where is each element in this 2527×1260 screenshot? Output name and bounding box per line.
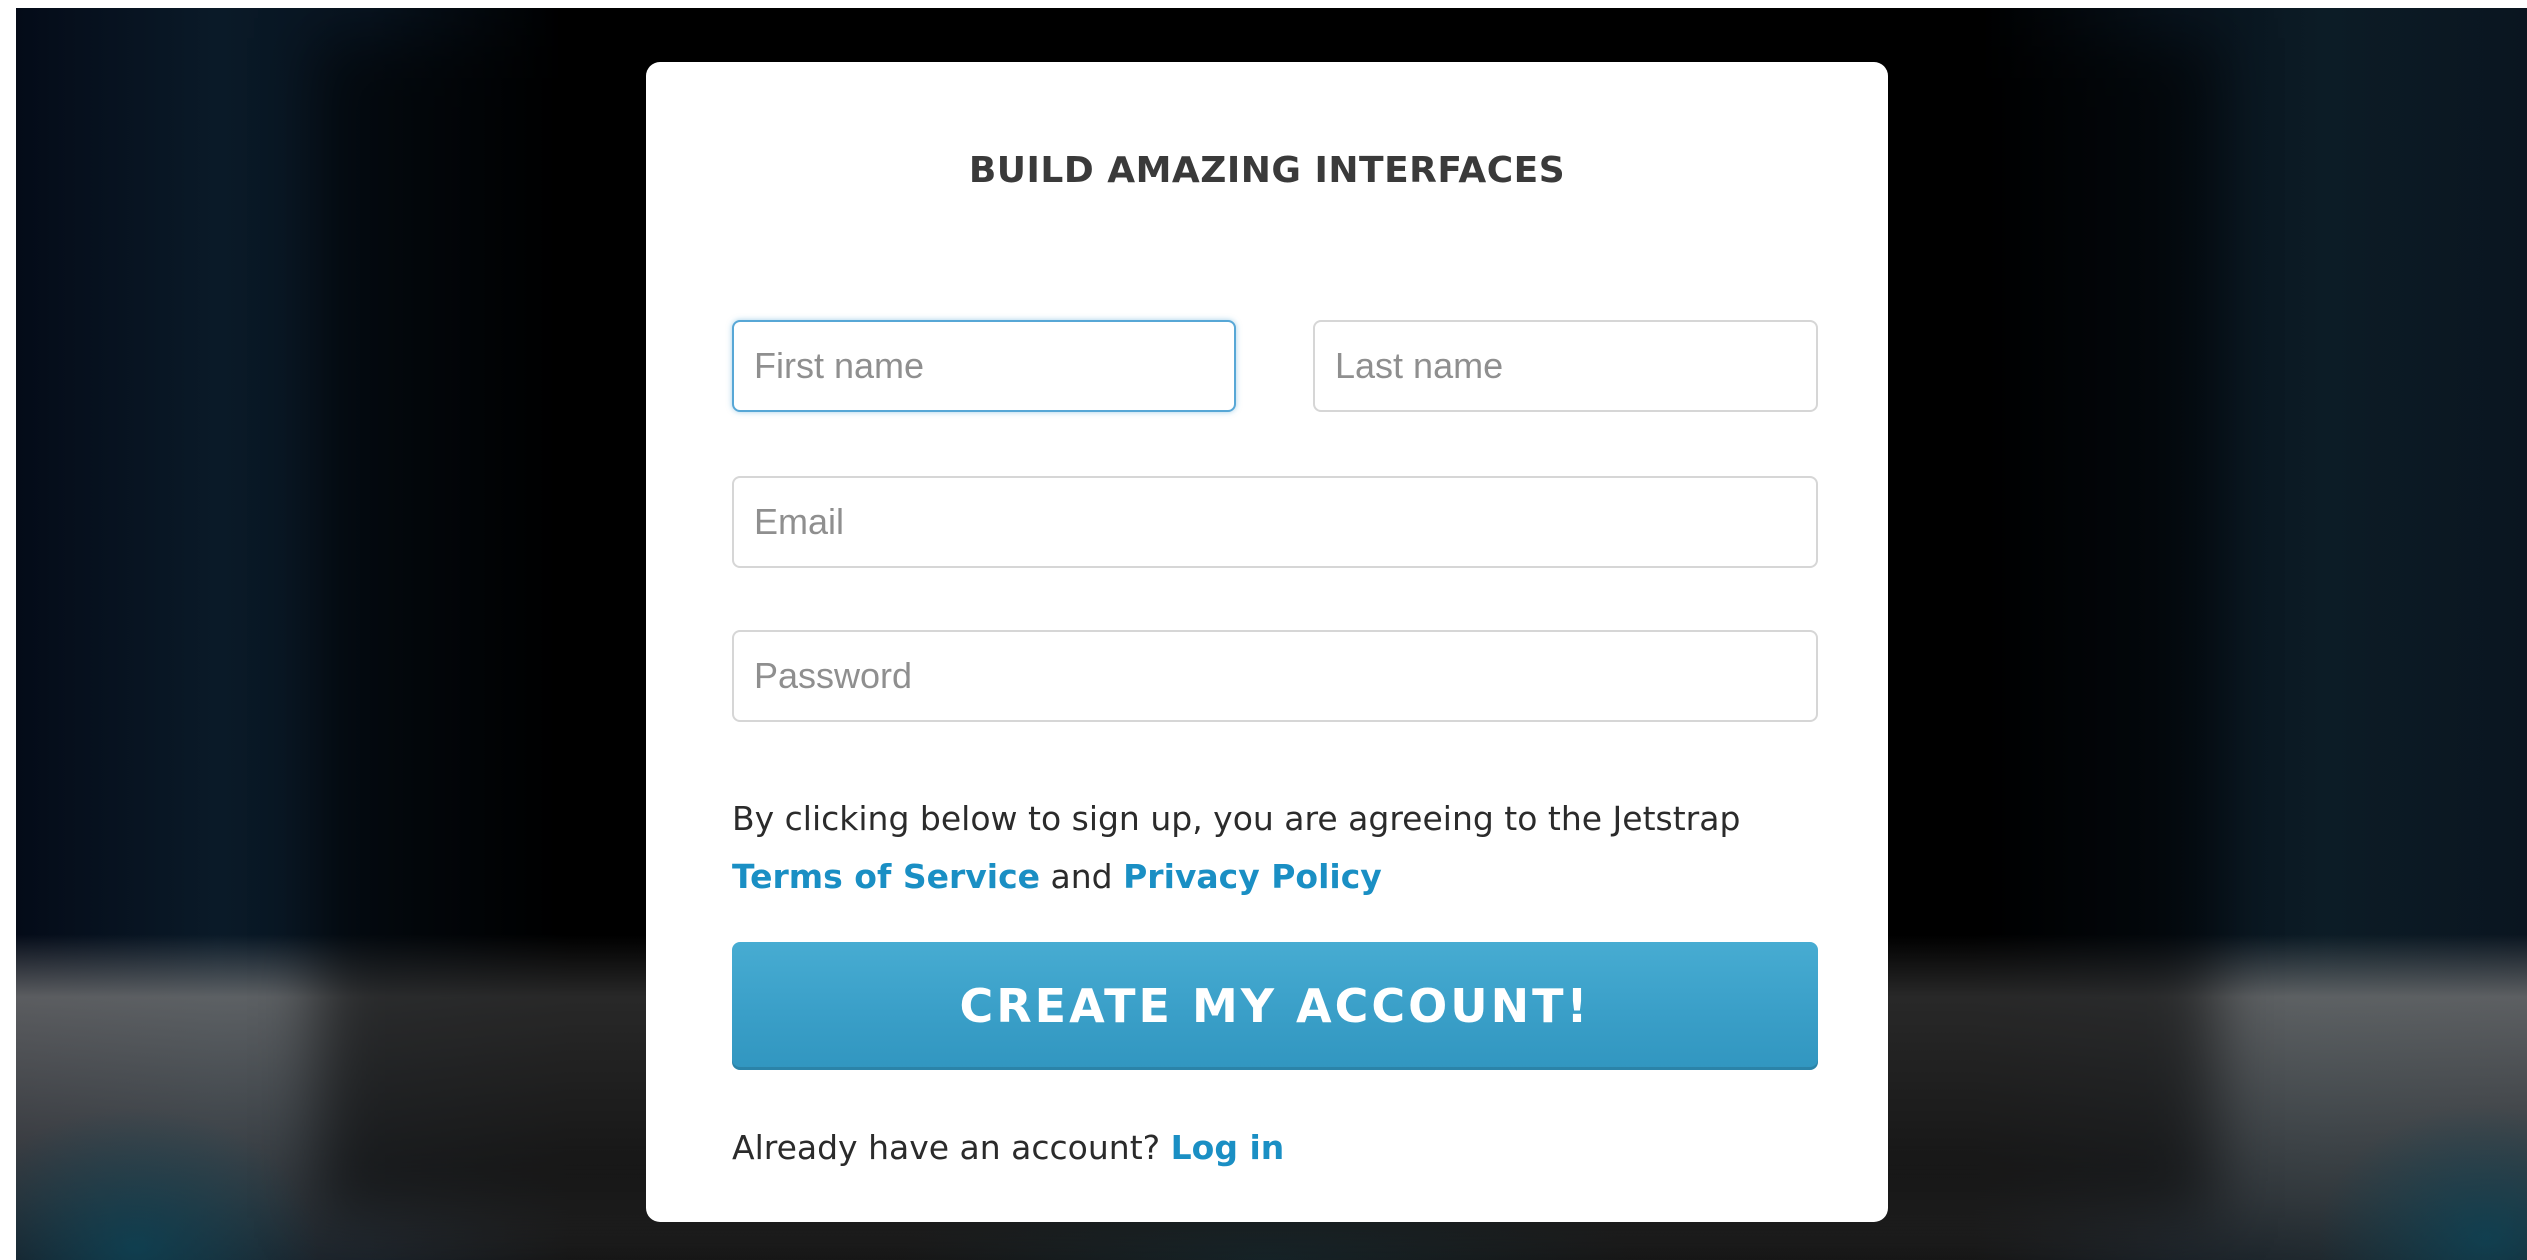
privacy-policy-link[interactable]: Privacy Policy bbox=[1123, 857, 1382, 896]
email-input[interactable] bbox=[732, 476, 1818, 568]
password-input[interactable] bbox=[732, 630, 1818, 722]
login-row: Already have an account? Log in bbox=[732, 1128, 1284, 1167]
last-name-input[interactable] bbox=[1313, 320, 1818, 412]
signup-card: BUILD AMAZING INTERFACES By clicking bel… bbox=[646, 62, 1888, 1222]
login-link[interactable]: Log in bbox=[1171, 1128, 1285, 1167]
terms-notice: By clicking below to sign up, you are ag… bbox=[732, 790, 1832, 906]
first-name-input[interactable] bbox=[732, 320, 1236, 412]
terms-and-text: and bbox=[1050, 857, 1113, 896]
create-account-button[interactable]: CREATE MY ACCOUNT! bbox=[732, 942, 1818, 1070]
blurred-background: BUILD AMAZING INTERFACES By clicking bel… bbox=[16, 8, 2527, 1260]
terms-of-service-link[interactable]: Terms of Service bbox=[732, 857, 1040, 896]
login-prompt: Already have an account? bbox=[732, 1128, 1161, 1167]
terms-text: By clicking below to sign up, you are ag… bbox=[732, 799, 1741, 838]
signup-title: BUILD AMAZING INTERFACES bbox=[968, 150, 1566, 191]
